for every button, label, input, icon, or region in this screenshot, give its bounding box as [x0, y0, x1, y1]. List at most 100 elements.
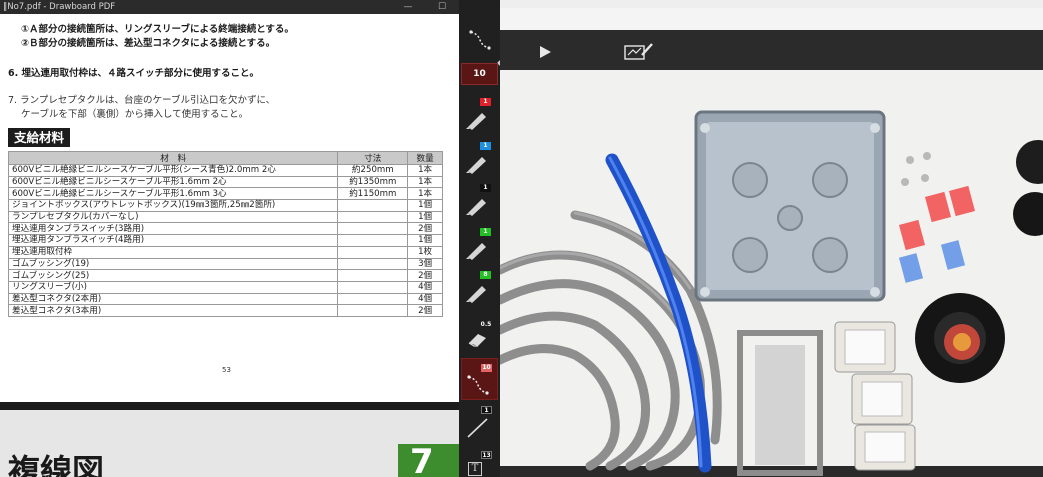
annotate-icon[interactable]: [624, 41, 656, 63]
table-cell-material: 埋込連用タンブラスイッチ(3路用): [7, 222, 339, 236]
table-header-qty: 数量: [407, 151, 443, 165]
table-cell-size: [337, 199, 409, 212]
section-title: 支給材料: [8, 128, 71, 147]
window-title: ‖No7.pdf - Drawboard PDF: [3, 2, 116, 12]
table-cell-material: ジョイントボックス(アウトレットボックス)(19㎜3箇所,25㎜2箇所): [7, 199, 339, 212]
page-gap: [0, 402, 459, 410]
table-cell-material: 埋込連用取付枠: [7, 245, 339, 259]
text-tool-badge: 13: [481, 451, 492, 459]
pen-4-badge: 1: [480, 228, 491, 236]
table-row: ゴムブッシング(25) 2個: [7, 269, 443, 282]
table-row: 600Vビニル絶縁ビニルシースケーブル平形1.6mm 3心 約1150mm 1本: [7, 187, 443, 201]
table-cell-size: [337, 210, 409, 224]
table-cell-size: [337, 304, 409, 317]
camera-scene: [500, 0, 1043, 477]
table-row: ランプレセプタクル(カバーなし) 1個: [7, 210, 443, 224]
table-cell-qty: 3個: [407, 257, 443, 271]
pen-icon[interactable]: [463, 108, 491, 130]
pen-5-badge: 8: [480, 271, 491, 279]
table-cell-size: [337, 234, 409, 247]
table-cell-size: 約1350mm: [337, 175, 409, 189]
table-cell-material: 埋込連用タンブラスイッチ(4路用): [7, 234, 339, 247]
table-cell-material: リングスリーブ(小): [7, 280, 339, 294]
table-cell-qty: 1個: [407, 234, 443, 247]
next-page-title: 複線図: [8, 452, 105, 477]
table-row: 埋込連用取付枠 1枚: [7, 245, 443, 259]
table-cell-qty: 1本: [407, 164, 443, 177]
note-line-b: ②Ｂ部分の接続箇所は、差込型コネクタによる接続とする。: [21, 38, 276, 49]
table-cell-size: [337, 269, 409, 282]
annotation-toolbar: 10 1 1 1 1 8 0.5 10 1 13 T: [459, 0, 500, 477]
table-row: リングスリーブ(小) 4個: [7, 280, 443, 294]
text-tool-icon[interactable]: T: [468, 462, 482, 476]
pdf-page[interactable]: ①Ａ部分の接続箇所は、リングスリーブによる終端接続とする。 ②Ｂ部分の接続箇所は…: [0, 14, 459, 402]
table-cell-qty: 2個: [407, 304, 443, 317]
table-cell-size: [337, 245, 409, 259]
table-cell-qty: 4個: [407, 292, 443, 306]
note-line-7: 7. ランプレセプタクルは、台座のケーブル引込口を欠かずに、: [8, 95, 276, 106]
table-cell-qty: 1枚: [407, 245, 443, 259]
minimize-button[interactable]: —: [398, 0, 418, 14]
pdf-viewer-window: ‖No7.pdf - Drawboard PDF — ☐ ✕ ①Ａ部分の接続箇所…: [0, 0, 459, 477]
maximize-button[interactable]: ☐: [432, 0, 452, 14]
table-cell-qty: 4個: [407, 280, 443, 294]
materials-table: 材 料 寸法 数量 600Vビニル絶縁ビニルシースケーブル平形(シース青色)2.…: [7, 151, 443, 317]
lasso-tool-icon: [467, 375, 489, 395]
window-titlebar[interactable]: ‖No7.pdf - Drawboard PDF — ☐: [0, 0, 459, 14]
table-cell-size: 約250mm: [337, 164, 409, 177]
note-line-6: 6. 埋込連用取付枠は、４路スイッチ部分に使用すること。: [8, 68, 260, 79]
table-row: 埋込連用タンブラスイッチ(3路用) 2個: [7, 222, 443, 236]
table-cell-size: 約1150mm: [337, 187, 409, 201]
table-row: 差込型コネクタ(2本用) 4個: [7, 292, 443, 306]
pen-3-badge: 1: [480, 184, 491, 192]
table-cell-material: ランプレセプタクル(カバーなし): [7, 210, 339, 224]
pen-icon[interactable]: [463, 152, 491, 174]
lasso-select-icon[interactable]: [468, 28, 492, 52]
table-cell-size: [337, 257, 409, 271]
table-cell-material: 600Vビニル絶縁ビニルシースケーブル平形1.6mm 3心: [7, 187, 339, 201]
table-cell-material: 差込型コネクタ(2本用): [7, 292, 339, 306]
table-cell-qty: 1本: [407, 175, 443, 189]
eraser-icon[interactable]: [465, 330, 491, 348]
table-cell-size: [337, 292, 409, 306]
table-cell-material: 差込型コネクタ(3本用): [7, 304, 339, 317]
table-cell-qty: 2個: [407, 269, 443, 282]
table-cell-material: ゴムブッシング(25): [7, 269, 339, 282]
table-row: 埋込連用タンブラスイッチ(4路用) 1個: [7, 234, 443, 247]
table-row: ゴムブッシング(19) 3個: [7, 257, 443, 271]
pen-icon[interactable]: [463, 238, 491, 260]
table-cell-material: 600Vビニル絶縁ビニルシースケーブル平形(シース青色)2.0mm 2心: [7, 164, 339, 177]
play-icon[interactable]: [538, 45, 552, 59]
table-cell-material: 600Vビニル絶縁ビニルシースケーブル平形1.6mm 2心: [7, 175, 339, 189]
page-counter[interactable]: 10: [461, 63, 498, 85]
line-tool-icon[interactable]: [465, 416, 491, 440]
pen-1-badge: 1: [480, 98, 491, 106]
pen-icon[interactable]: [463, 194, 491, 216]
chapter-number: 7: [410, 442, 434, 477]
pen-2-badge: 1: [480, 142, 491, 150]
eraser-size-badge: 0.5: [480, 321, 492, 328]
outlet-box-image: [694, 110, 886, 302]
selected-tool-badge: 10: [481, 364, 492, 372]
table-cell-qty: 2個: [407, 222, 443, 236]
table-row: ジョイントボックス(アウトレットボックス)(19㎜3箇所,25㎜2箇所) 1個: [7, 199, 443, 212]
camera-view[interactable]: [500, 0, 1043, 477]
page-number: 53: [222, 366, 231, 374]
table-row: 差込型コネクタ(3本用) 2個: [7, 304, 443, 317]
note-line-7-cont: ケーブルを下部（裏側）から挿入して使用すること。: [21, 109, 249, 120]
table-cell-qty: 1本: [407, 187, 443, 201]
table-cell-material: ゴムブッシング(19): [7, 257, 339, 271]
table-row: 600Vビニル絶縁ビニルシースケーブル平形1.6mm 2心 約1350mm 1本: [7, 175, 443, 189]
selected-lasso-tool[interactable]: 10: [461, 358, 498, 400]
table-cell-size: [337, 280, 409, 294]
line-tool-badge: 1: [481, 406, 492, 414]
next-pdf-page[interactable]: 複線図 7: [0, 410, 459, 477]
table-cell-size: [337, 222, 409, 236]
highlighter-icon[interactable]: [463, 281, 491, 303]
table-cell-qty: 1個: [407, 210, 443, 224]
table-header-material: 材 料: [7, 151, 339, 165]
lamp-receptacle-image: [915, 293, 1005, 383]
table-row: 600Vビニル絶縁ビニルシースケーブル平形(シース青色)2.0mm 2心 約250…: [7, 164, 443, 177]
table-header-size: 寸法: [337, 151, 409, 165]
table-cell-qty: 1個: [407, 199, 443, 212]
